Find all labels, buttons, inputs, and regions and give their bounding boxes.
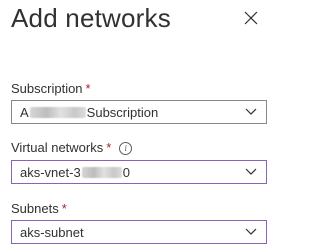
- subscription-label: Subscription *: [11, 81, 91, 96]
- required-mark: *: [106, 140, 112, 155]
- add-networks-panel: Add networks Subscription * A Subscription…: [0, 0, 277, 250]
- panel-title: Add networks: [11, 3, 171, 33]
- subnets-label: Subnets *: [11, 201, 67, 216]
- info-icon[interactable]: i: [119, 142, 133, 155]
- virtual-networks-value-suffix: 0: [122, 165, 130, 180]
- chevron-down-icon: [245, 108, 257, 115]
- virtual-networks-value-prefix: aks-vnet-3: [20, 165, 81, 180]
- subnets-dropdown[interactable]: aks-subnet: [11, 220, 267, 244]
- redacted-text: [29, 107, 86, 118]
- chevron-down-icon: [245, 168, 257, 175]
- required-mark: *: [85, 81, 91, 96]
- virtual-networks-dropdown[interactable]: aks-vnet-3 0: [11, 160, 267, 184]
- virtual-networks-value: aks-vnet-3 0: [20, 165, 130, 180]
- subnets-label-text: Subnets: [11, 201, 59, 216]
- close-icon: [244, 11, 258, 25]
- subnets-value: aks-subnet: [20, 225, 84, 240]
- chevron-down-icon: [245, 228, 257, 235]
- virtual-networks-label: Virtual networks * i: [11, 140, 133, 155]
- close-button[interactable]: [241, 8, 261, 28]
- subscription-value-suffix: Subscription: [86, 105, 159, 120]
- redacted-text: [81, 167, 122, 178]
- virtual-networks-label-text: Virtual networks: [11, 140, 104, 155]
- subscription-dropdown[interactable]: A Subscription: [11, 100, 267, 124]
- subscription-value: A Subscription: [20, 105, 158, 120]
- subscription-value-prefix: A: [20, 105, 29, 120]
- required-mark: *: [61, 201, 67, 216]
- subscription-label-text: Subscription: [11, 81, 83, 96]
